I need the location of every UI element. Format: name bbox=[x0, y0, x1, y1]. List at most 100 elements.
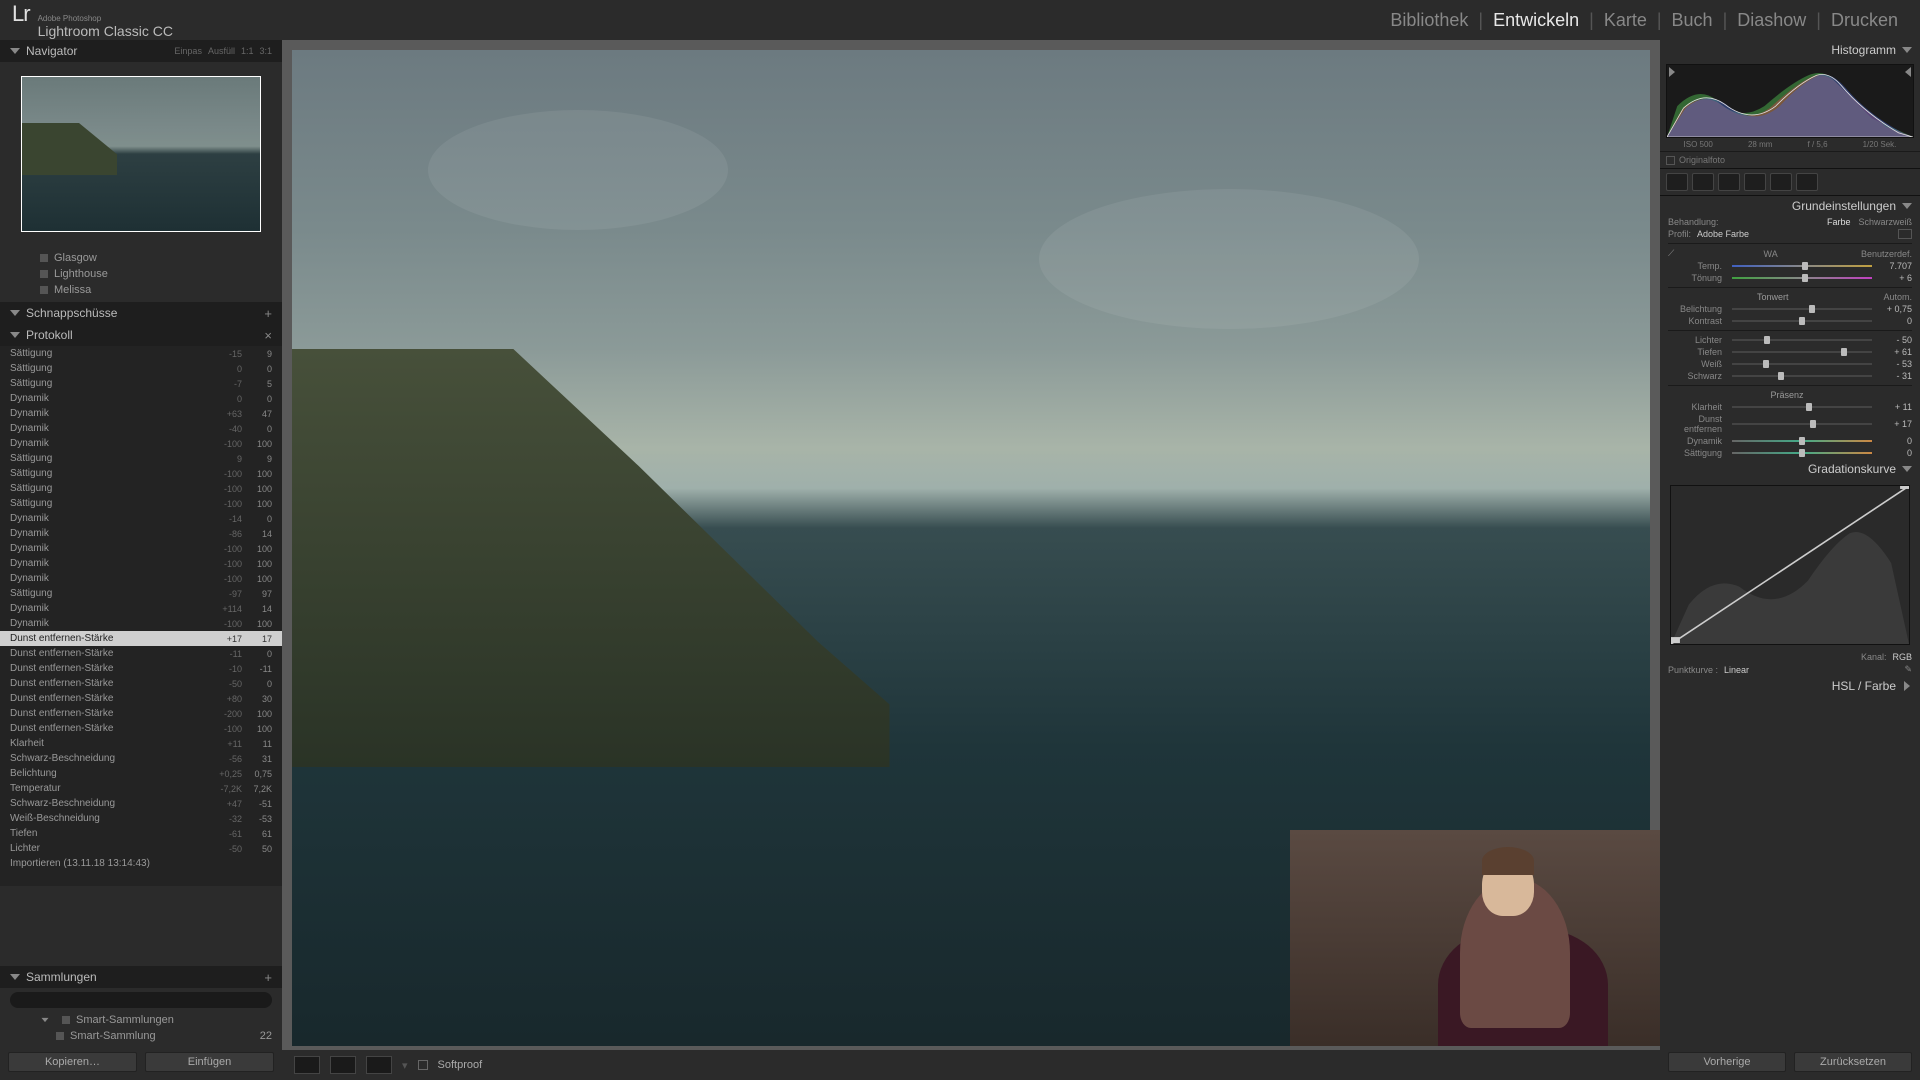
history-row[interactable]: Dunst entfernen-Stärke+1717 bbox=[0, 631, 282, 646]
smart-collections-group[interactable]: Smart-Sammlungen bbox=[0, 1012, 282, 1028]
histogram-header[interactable]: Histogramm bbox=[1660, 40, 1920, 60]
edit-point-curve-icon[interactable]: ✎ bbox=[1904, 664, 1912, 675]
smart-collection-item[interactable]: Smart-Sammlung 22 bbox=[0, 1028, 282, 1044]
collection-search-input[interactable] bbox=[10, 992, 272, 1008]
history-row[interactable]: Sättigung-100100 bbox=[0, 496, 282, 511]
folder-item[interactable]: Melissa bbox=[0, 282, 282, 298]
previous-button[interactable]: Vorherige bbox=[1668, 1052, 1786, 1072]
history-row[interactable]: Dynamik-100100 bbox=[0, 571, 282, 586]
treatment-bw[interactable]: Schwarzweiß bbox=[1858, 217, 1912, 227]
before-after-lr-icon[interactable] bbox=[330, 1056, 356, 1074]
redeye-tool-icon[interactable] bbox=[1718, 173, 1740, 191]
point-curve-row[interactable]: Punktkurve : Linear ✎ bbox=[1660, 663, 1920, 676]
module-tab-bibliothek[interactable]: Bibliothek bbox=[1380, 6, 1478, 35]
zoom-1-1[interactable]: 1:1 bbox=[241, 46, 254, 56]
shadow-clip-icon[interactable] bbox=[1669, 67, 1679, 77]
hsl-header[interactable]: HSL / Farbe bbox=[1660, 676, 1920, 696]
original-checkbox[interactable] bbox=[1666, 156, 1675, 165]
profile-value[interactable]: Adobe Farbe bbox=[1697, 229, 1898, 239]
gradient-tool-icon[interactable] bbox=[1744, 173, 1766, 191]
history-row[interactable]: Dynamik-100100 bbox=[0, 436, 282, 451]
blacks-slider[interactable]: Schwarz- 31 bbox=[1660, 370, 1920, 382]
history-row[interactable]: Dunst entfernen-Stärke-100100 bbox=[0, 721, 282, 736]
history-row[interactable]: Dynamik-140 bbox=[0, 511, 282, 526]
point-curve-value[interactable]: Linear bbox=[1724, 665, 1904, 675]
history-row[interactable]: Dunst entfernen-Stärke-10-11 bbox=[0, 661, 282, 676]
module-tab-diashow[interactable]: Diashow bbox=[1727, 6, 1816, 35]
module-tab-karte[interactable]: Karte bbox=[1594, 6, 1657, 35]
history-row[interactable]: Temperatur-7,2K7,2K bbox=[0, 781, 282, 796]
module-tab-buch[interactable]: Buch bbox=[1662, 6, 1723, 35]
wb-row[interactable]: ⟋ WA Benutzerdef. bbox=[1660, 247, 1920, 260]
history-row[interactable]: Schwarz-Beschneidung+47-51 bbox=[0, 796, 282, 811]
add-snapshot-icon[interactable]: + bbox=[264, 306, 272, 321]
profile-browser-icon[interactable] bbox=[1898, 229, 1912, 239]
navigator-header[interactable]: Navigator Einpas Ausfüll 1:1 3:1 bbox=[0, 40, 282, 62]
reset-button[interactable]: Zurücksetzen bbox=[1794, 1052, 1912, 1072]
zoom-fill[interactable]: Ausfüll bbox=[208, 46, 235, 56]
contrast-slider[interactable]: Kontrast0 bbox=[1660, 315, 1920, 327]
module-tab-entwickeln[interactable]: Entwickeln bbox=[1483, 6, 1589, 35]
zoom-3-1[interactable]: 3:1 bbox=[259, 46, 272, 56]
basic-panel-header[interactable]: Grundeinstellungen bbox=[1660, 196, 1920, 216]
tint-slider[interactable]: Tönung+ 6 bbox=[1660, 272, 1920, 284]
treatment-color[interactable]: Farbe bbox=[1827, 217, 1851, 227]
folder-item[interactable]: Glasgow bbox=[0, 250, 282, 266]
module-tab-drucken[interactable]: Drucken bbox=[1821, 6, 1908, 35]
history-row[interactable]: Importieren (13.11.18 13:14:43) bbox=[0, 856, 282, 871]
history-row[interactable]: Sättigung-9797 bbox=[0, 586, 282, 601]
history-row[interactable]: Sättigung-100100 bbox=[0, 481, 282, 496]
before-after-tb-icon[interactable] bbox=[366, 1056, 392, 1074]
history-row[interactable]: Dunst entfernen-Stärke-200100 bbox=[0, 706, 282, 721]
history-row[interactable]: Dynamik-400 bbox=[0, 421, 282, 436]
channel-value[interactable]: RGB bbox=[1892, 652, 1912, 662]
history-row[interactable]: Dunst entfernen-Stärke-110 bbox=[0, 646, 282, 661]
brush-tool-icon[interactable] bbox=[1796, 173, 1818, 191]
histogram-graph[interactable] bbox=[1666, 64, 1914, 138]
curve-channel-row[interactable]: Kanal: RGB bbox=[1660, 651, 1920, 663]
folder-item[interactable]: Lighthouse bbox=[0, 266, 282, 282]
history-row[interactable]: Sättigung-75 bbox=[0, 376, 282, 391]
shadows-slider[interactable]: Tiefen+ 61 bbox=[1660, 346, 1920, 358]
exposure-slider[interactable]: Belichtung+ 0,75 bbox=[1660, 303, 1920, 315]
history-row[interactable]: Schwarz-Beschneidung-5631 bbox=[0, 751, 282, 766]
history-row[interactable]: Dunst entfernen-Stärke+8030 bbox=[0, 691, 282, 706]
clarity-slider[interactable]: Klarheit+ 11 bbox=[1660, 401, 1920, 413]
history-row[interactable]: Dynamik-100100 bbox=[0, 541, 282, 556]
wb-dropper-icon[interactable]: ⟋ bbox=[1668, 248, 1674, 259]
radial-tool-icon[interactable] bbox=[1770, 173, 1792, 191]
history-row[interactable]: Weiß-Beschneidung-32-53 bbox=[0, 811, 282, 826]
history-row[interactable]: Klarheit+1111 bbox=[0, 736, 282, 751]
history-row[interactable]: Belichtung+0,250,75 bbox=[0, 766, 282, 781]
whites-slider[interactable]: Weiß- 53 bbox=[1660, 358, 1920, 370]
spot-tool-icon[interactable] bbox=[1692, 173, 1714, 191]
copy-button[interactable]: Kopieren… bbox=[8, 1052, 137, 1072]
history-row[interactable]: Dynamik-8614 bbox=[0, 526, 282, 541]
history-row[interactable]: Sättigung00 bbox=[0, 361, 282, 376]
history-row[interactable]: Sättigung-159 bbox=[0, 346, 282, 361]
history-header[interactable]: Protokoll × bbox=[0, 324, 282, 346]
history-row[interactable]: Dunst entfernen-Stärke-500 bbox=[0, 676, 282, 691]
add-collection-icon[interactable]: + bbox=[264, 970, 272, 985]
history-row[interactable]: Tiefen-6161 bbox=[0, 826, 282, 841]
crop-tool-icon[interactable] bbox=[1666, 173, 1688, 191]
highlight-clip-icon[interactable] bbox=[1901, 67, 1911, 77]
profile-row[interactable]: Profil: Adobe Farbe bbox=[1660, 228, 1920, 240]
history-row[interactable]: Dynamik00 bbox=[0, 391, 282, 406]
tone-curve-header[interactable]: Gradationskurve bbox=[1660, 459, 1920, 479]
dehaze-slider[interactable]: Dunst entfernen+ 17 bbox=[1660, 413, 1920, 435]
softproof-checkbox[interactable] bbox=[418, 1060, 428, 1070]
history-row[interactable]: Dynamik-100100 bbox=[0, 616, 282, 631]
auto-tone-button[interactable]: Autom. bbox=[1883, 292, 1912, 302]
history-row[interactable]: Sättigung-100100 bbox=[0, 466, 282, 481]
saturation-slider[interactable]: Sättigung0 bbox=[1660, 447, 1920, 459]
zoom-fit[interactable]: Einpas bbox=[174, 46, 202, 56]
loupe-view-icon[interactable] bbox=[294, 1056, 320, 1074]
collections-header[interactable]: Sammlungen + bbox=[0, 966, 282, 988]
highlights-slider[interactable]: Lichter- 50 bbox=[1660, 334, 1920, 346]
history-row[interactable]: Sättigung99 bbox=[0, 451, 282, 466]
wb-preset[interactable]: Benutzerdef. bbox=[1861, 249, 1912, 259]
history-row[interactable]: Dynamik+6347 bbox=[0, 406, 282, 421]
original-photo-row[interactable]: Originalfoto bbox=[1660, 151, 1920, 168]
clear-history-icon[interactable]: × bbox=[264, 328, 272, 343]
